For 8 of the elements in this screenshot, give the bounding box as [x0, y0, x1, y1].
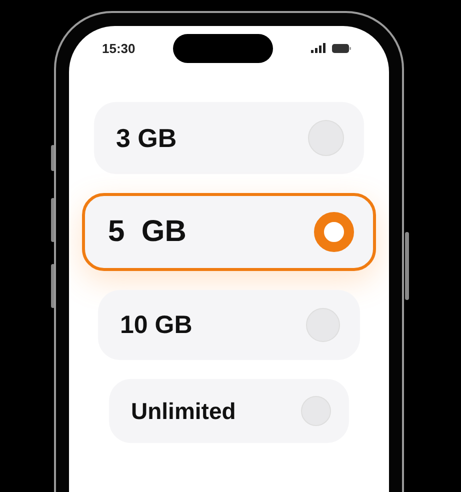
status-time: 15:30 — [102, 40, 136, 56]
plan-option[interactable]: 3 GB — [94, 102, 364, 174]
plan-option[interactable]: 5 GB — [82, 193, 376, 271]
plan-option[interactable]: Unlimited — [109, 379, 349, 443]
radio-button[interactable] — [314, 212, 354, 252]
battery-icon — [332, 44, 351, 52]
plan-option[interactable]: 10 GB — [98, 290, 360, 360]
signal-icon — [311, 43, 326, 53]
